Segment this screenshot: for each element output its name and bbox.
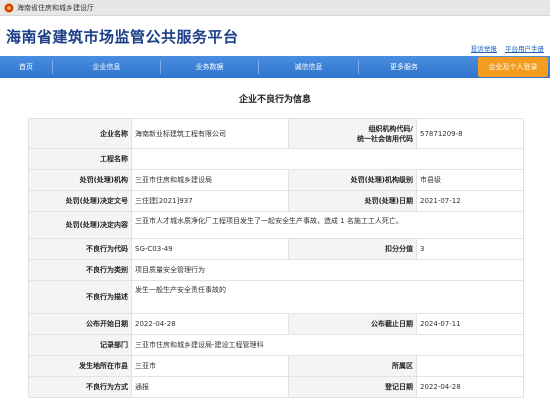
top-bar: 海南省住房和城乡建设厅	[0, 0, 550, 16]
table-row: 公布开始日期 2022-04-28 公布截止日期 2024-07-11	[28, 313, 524, 335]
score-label: 扣分分值	[288, 238, 417, 260]
table-row: 不良行为代码 SG-C03-49 扣分分值 3	[28, 238, 524, 260]
site-header: 海南省建筑市场监管公共服务平台 投诉举报 平台用户手册	[0, 16, 550, 56]
penalty-level-value: 市县级	[416, 169, 524, 191]
record-dept-label: 记录部门	[28, 334, 132, 356]
behavior-type-value: 项目质量安全管理行为	[131, 259, 524, 281]
penalty-org-value: 三亚市住房和城乡建设局	[131, 169, 289, 191]
publish-start-value: 2022-04-28	[131, 313, 289, 335]
nav-item-enterprise[interactable]: 企业信息	[53, 56, 160, 78]
company-label: 企业名称	[28, 118, 132, 149]
site-title: 海南省建筑市场监管公共服务平台	[6, 27, 239, 46]
table-row: 处罚(处理)决定内容 三亚市人才城水质净化厂工程项目发生了一起安全生产事故，造成…	[28, 211, 524, 239]
org-code-value: 57871209-8	[416, 118, 524, 149]
table-row: 不良行为方式 通报 登记日期 2022-04-28	[28, 376, 524, 398]
section-title: 企业不良行为信息	[238, 95, 311, 105]
login-button[interactable]: 企业及个人登录	[478, 57, 548, 77]
complaint-link[interactable]: 投诉举报	[471, 45, 497, 53]
decision-no-label: 处罚(处理)决定文号	[28, 190, 132, 212]
register-date-label: 登记日期	[288, 376, 417, 398]
bad-behavior-table: 企业名称 海南新业标建筑工程有限公司 组织机构代码/统一社会信用代码 57871…	[28, 118, 524, 398]
score-value: 3	[416, 238, 524, 260]
publish-end-label: 公布截止日期	[288, 313, 417, 335]
table-row: 记录部门 三亚市住房和城乡建设局-建设工程管理科	[28, 334, 524, 356]
publish-start-label: 公布开始日期	[28, 313, 132, 335]
org-code-label-line2: 统一社会信用代码	[357, 134, 413, 143]
decision-no-value: 三住建[2021]937	[131, 190, 289, 212]
behavior-code-value: SG-C03-49	[131, 238, 289, 260]
department-name: 海南省住房和城乡建设厅	[17, 3, 94, 12]
decision-date-value: 2021-07-12	[416, 190, 524, 212]
main-nav: 首页 企业信息 业务数据 诚信信息 更多服务 企业及个人登录	[0, 56, 550, 78]
nav-item-more-services[interactable]: 更多服务	[359, 56, 449, 78]
publish-end-value: 2024-07-11	[416, 313, 524, 335]
decision-content-value: 三亚市人才城水质净化厂工程项目发生了一起安全生产事故，造成 1 名施工工人死亡。	[131, 211, 524, 239]
company-value: 海南新业标建筑工程有限公司	[131, 118, 289, 149]
nav-item-business-data[interactable]: 业务数据	[161, 56, 258, 78]
behavior-form-value: 通报	[131, 376, 289, 398]
register-date-value: 2022-04-28	[416, 376, 524, 398]
behavior-desc-label: 不良行为描述	[28, 280, 132, 314]
project-value	[131, 148, 524, 170]
behavior-type-label: 不良行为类别	[28, 259, 132, 281]
location-label: 发生地所在市县	[28, 355, 132, 377]
header-links: 投诉举报 平台用户手册	[465, 43, 544, 53]
penalty-org-label: 处罚(处理)机构	[28, 169, 132, 191]
decision-date-label: 处罚(处理)日期	[288, 190, 417, 212]
user-manual-link[interactable]: 平台用户手册	[505, 45, 544, 53]
table-row: 处罚(处理)机构 三亚市住房和城乡建设局 处罚(处理)机构级别 市县级	[28, 169, 524, 191]
district-value	[416, 355, 524, 377]
table-row: 工程名称	[28, 148, 524, 170]
org-code-label-line1: 组织机构代码/	[368, 124, 413, 133]
org-code-label: 组织机构代码/统一社会信用代码	[288, 118, 417, 149]
behavior-code-label: 不良行为代码	[28, 238, 132, 260]
penalty-level-label: 处罚(处理)机构级别	[288, 169, 417, 191]
district-label: 所属区	[288, 355, 417, 377]
table-row: 企业名称 海南新业标建筑工程有限公司 组织机构代码/统一社会信用代码 57871…	[28, 118, 524, 149]
location-value: 三亚市	[131, 355, 289, 377]
table-row: 发生地所在市县 三亚市 所属区	[28, 355, 524, 377]
project-label: 工程名称	[28, 148, 132, 170]
table-row: 不良行为类别 项目质量安全管理行为	[28, 259, 524, 281]
behavior-form-label: 不良行为方式	[28, 376, 132, 398]
record-dept-value: 三亚市住房和城乡建设局-建设工程管理科	[131, 334, 524, 356]
nav-item-credit[interactable]: 诚信信息	[259, 56, 358, 78]
nav-item-home[interactable]: 首页	[0, 56, 52, 78]
national-emblem-icon	[4, 2, 14, 13]
table-row: 处罚(处理)决定文号 三住建[2021]937 处罚(处理)日期 2021-07…	[28, 190, 524, 212]
decision-content-label: 处罚(处理)决定内容	[28, 211, 132, 239]
table-row: 不良行为描述 发生一般生产安全责任事故的	[28, 280, 524, 314]
behavior-desc-value: 发生一般生产安全责任事故的	[131, 280, 524, 314]
